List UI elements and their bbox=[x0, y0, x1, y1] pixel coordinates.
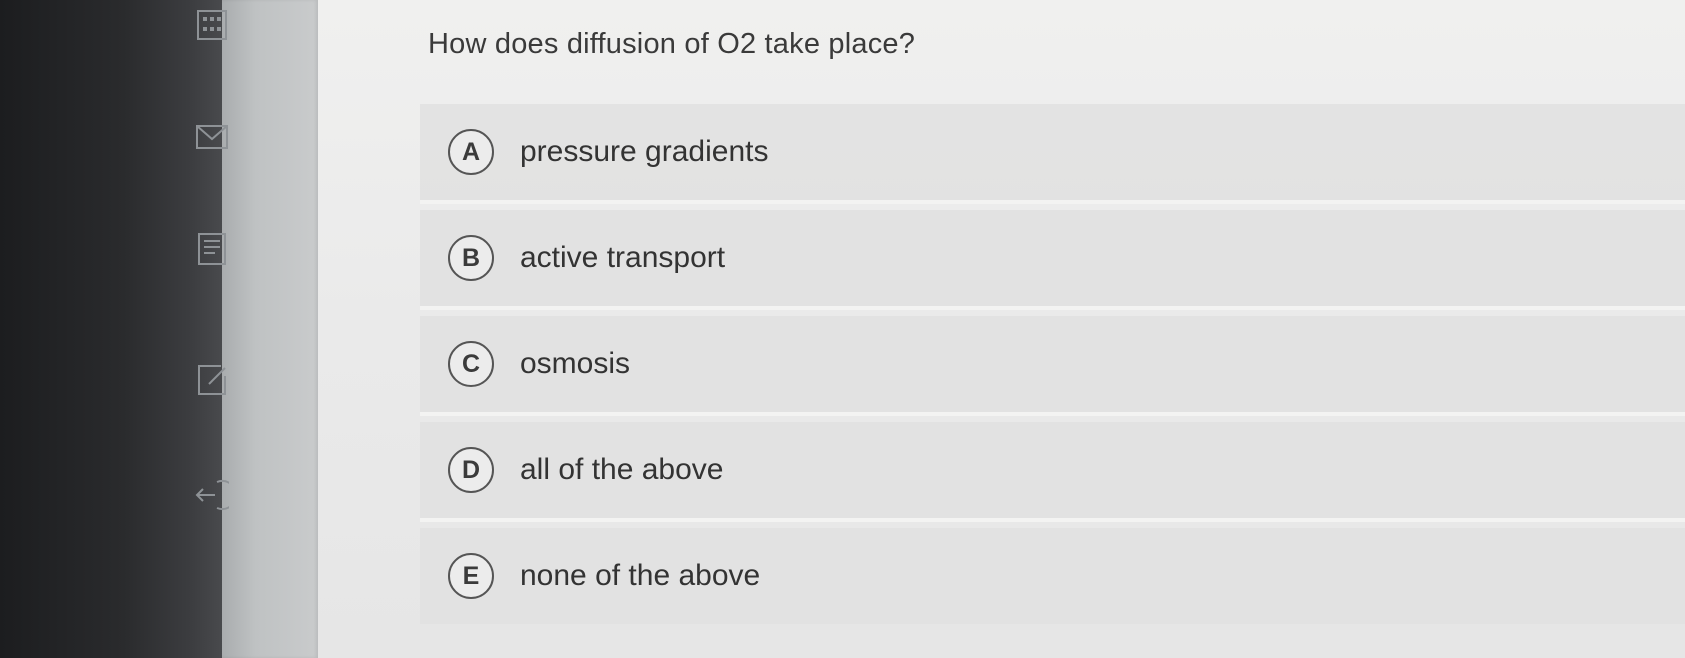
exit-icon[interactable] bbox=[195, 478, 229, 512]
option-d[interactable]: D all of the above bbox=[420, 422, 1685, 518]
screen-bezel bbox=[0, 0, 225, 658]
option-letter-b: B bbox=[448, 235, 494, 281]
option-letter-e: E bbox=[448, 553, 494, 599]
divider bbox=[420, 306, 1685, 310]
option-label-b: active transport bbox=[520, 241, 726, 274]
tool-rail bbox=[222, 0, 318, 658]
edit-icon[interactable] bbox=[195, 362, 229, 396]
calculator-icon[interactable] bbox=[195, 8, 229, 42]
option-b[interactable]: B active transport bbox=[420, 210, 1685, 306]
divider bbox=[420, 200, 1685, 204]
divider bbox=[420, 518, 1685, 522]
mail-icon[interactable] bbox=[195, 120, 229, 154]
question-text: How does diffusion of O2 take place? bbox=[428, 28, 916, 60]
option-label-c: osmosis bbox=[520, 347, 631, 380]
option-label-d: all of the above bbox=[520, 453, 724, 486]
option-e[interactable]: E none of the above bbox=[420, 528, 1685, 624]
option-c[interactable]: C osmosis bbox=[420, 316, 1685, 412]
option-letter-c: C bbox=[448, 341, 494, 387]
option-letter-d: D bbox=[448, 447, 494, 493]
option-label-e: none of the above bbox=[520, 559, 761, 592]
option-a[interactable]: A pressure gradients bbox=[420, 104, 1685, 200]
divider bbox=[420, 412, 1685, 416]
option-label-a: pressure gradients bbox=[520, 135, 769, 168]
document-icon[interactable] bbox=[195, 232, 229, 266]
option-letter-a: A bbox=[448, 129, 494, 175]
